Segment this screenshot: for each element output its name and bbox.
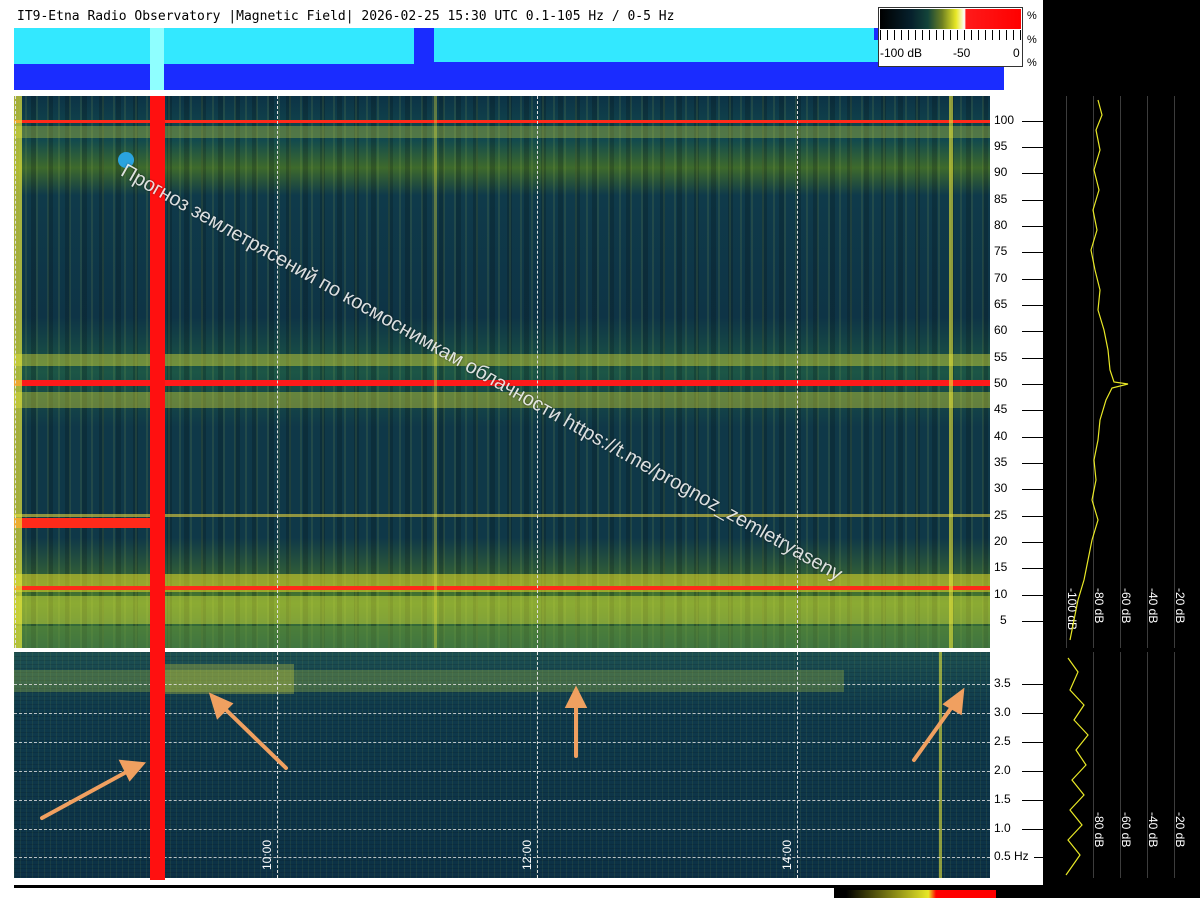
annotation-arrow [912, 702, 956, 762]
arrow-head [118, 759, 147, 782]
next-frame-scale [846, 890, 996, 898]
annotation-arrow [220, 704, 288, 770]
spectrum-trace-main [1069, 99, 1129, 641]
next-frame-header [14, 888, 834, 898]
arrow-head [564, 685, 588, 708]
spectrum-trace-low [1065, 657, 1089, 876]
annotation-arrow [40, 768, 132, 820]
